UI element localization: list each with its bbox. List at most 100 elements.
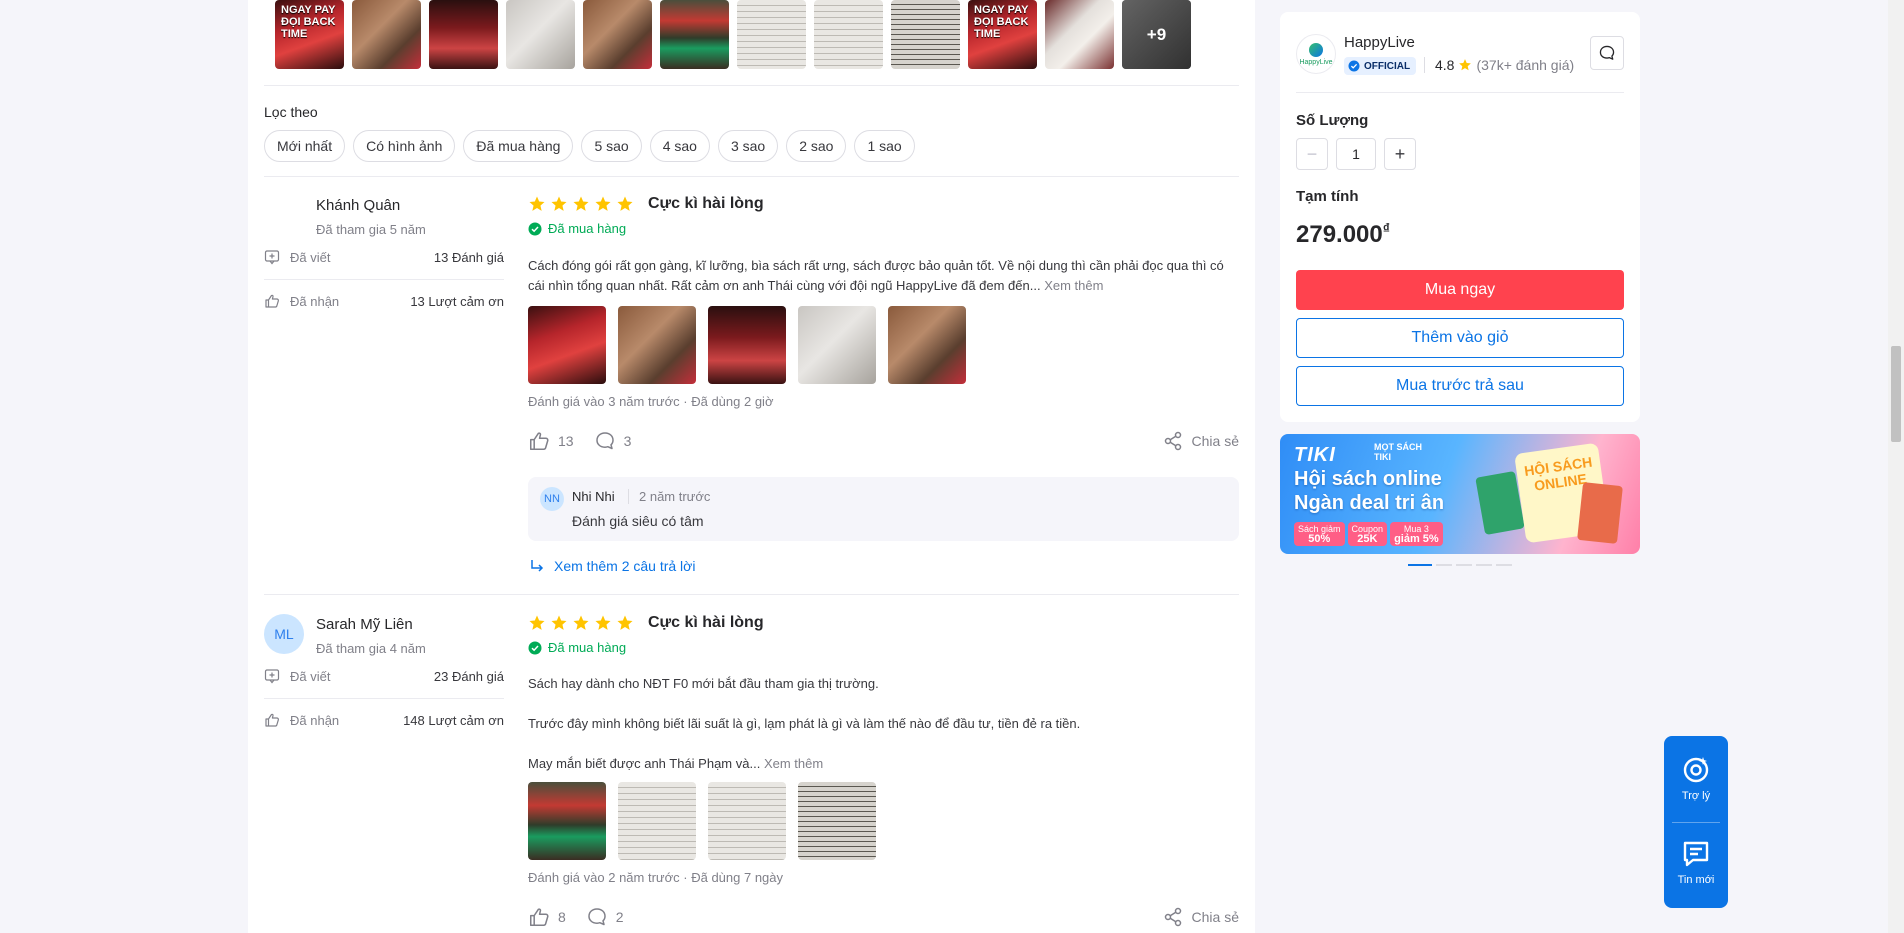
promo-banner[interactable]: TIKI MỌT SÁCH TIKI Hội sách online Ngàn d… [1280, 434, 1640, 554]
review-actions: 13 3 Chia sẻ [528, 429, 1239, 453]
gallery-thumbnail[interactable] [660, 0, 729, 69]
banner-headline-1: Hội sách online [1294, 468, 1442, 490]
review-photo[interactable] [708, 306, 786, 384]
reply-arrow-icon [531, 560, 544, 572]
gallery-thumbnail[interactable]: NGAY PAY ĐỌI BACK TIME [968, 0, 1037, 69]
review-photos [528, 782, 876, 860]
chat-seller-button[interactable] [1590, 36, 1624, 70]
review-date: Đánh giá vào 2 năm trước [528, 870, 680, 885]
star-icon [595, 196, 611, 211]
star-icon [1459, 59, 1472, 71]
increase-button[interactable]: + [1384, 138, 1416, 170]
assistant-button[interactable]: Trợ lý [1664, 752, 1728, 802]
review-photo[interactable] [618, 782, 696, 860]
stat-written: Đã viết 13 Đánh giá [264, 247, 504, 267]
filter-chip[interactable]: 4 sao [649, 130, 710, 162]
star-icon [617, 196, 633, 211]
stat-received-value: 148 Lượt cảm ơn [403, 712, 504, 728]
filter-chip[interactable]: Có hình ảnh [353, 130, 456, 162]
comment-count: 3 [623, 433, 632, 449]
official-label: OFFICIAL [1364, 60, 1411, 72]
divider [264, 176, 1239, 177]
scrollbar-thumb[interactable] [1891, 346, 1901, 442]
seller-rating-count: (37k+ đánh giá) [1476, 57, 1575, 73]
filter-chip[interactable]: 3 sao [717, 130, 779, 162]
message-icon [1683, 841, 1709, 867]
like-count: 8 [558, 909, 566, 925]
filter-chip[interactable]: Đã mua hàng [463, 130, 574, 162]
reply-text: Đánh giá siêu có tâm [572, 513, 704, 529]
add-to-cart-button[interactable]: Thêm vào giỏ [1296, 318, 1624, 358]
thumbs-up-icon [264, 712, 280, 728]
chat-icon [1599, 45, 1615, 60]
review-photo[interactable] [798, 782, 876, 860]
review-photo[interactable] [618, 306, 696, 384]
gallery-thumbnail[interactable]: NGAY PAY ĐỌI BACK TIME [275, 0, 344, 69]
gallery-thumbnail[interactable] [352, 0, 421, 69]
filter-chip[interactable]: 2 sao [786, 130, 847, 162]
seller-name[interactable]: HappyLive [1344, 34, 1415, 51]
share-button[interactable]: Chia sẻ [1162, 906, 1239, 928]
author-joined: Đã tham gia 4 năm [316, 641, 426, 656]
pagination-dot[interactable] [1496, 564, 1512, 566]
quantity-input[interactable] [1336, 138, 1376, 170]
gallery-thumbnail[interactable] [429, 0, 498, 69]
review-photo[interactable] [708, 782, 786, 860]
reply-avatar: NN [540, 487, 564, 511]
like-button[interactable]: 13 [528, 430, 574, 452]
see-more-link[interactable]: Xem thêm [764, 756, 823, 771]
gallery-thumbnail[interactable] [891, 0, 960, 69]
bought-badge: Đã mua hàng [528, 640, 626, 655]
like-button[interactable]: 8 [528, 906, 566, 928]
gallery-thumbnail[interactable] [506, 0, 575, 69]
floating-help-bar: Trợ lý Tin mới [1664, 736, 1728, 908]
banner-tag: Coupon 25K [1347, 522, 1388, 546]
comment-icon [595, 432, 614, 450]
buy-now-pay-later-button[interactable]: Mua trước trả sau [1296, 366, 1624, 406]
cover-text: NGAY PAY ĐỌI BACK TIME [974, 4, 1029, 40]
review-photo[interactable] [888, 306, 966, 384]
review-photo[interactable] [528, 782, 606, 860]
page-scrollbar[interactable] [1888, 0, 1904, 933]
filter-chip[interactable]: 1 sao [854, 130, 915, 162]
banner-pagination [1408, 564, 1512, 566]
assistant-label: Trợ lý [1681, 790, 1711, 802]
thumbs-up-icon [264, 293, 280, 309]
thumbs-up-icon [529, 432, 549, 451]
filter-chip[interactable]: Mới nhất [264, 130, 346, 162]
star-icon [551, 196, 567, 211]
reply-item: NN Nhi Nhi 2 năm trước Đánh giá siêu có … [528, 477, 1239, 541]
pagination-dot[interactable] [1408, 564, 1432, 566]
gallery-more-button[interactable]: +9 [1122, 0, 1191, 69]
comment-button[interactable]: 3 [594, 430, 632, 452]
bought-label: Đã mua hàng [548, 221, 627, 236]
stat-written-label: Đã viết [290, 668, 331, 684]
gallery-thumbnail[interactable] [814, 0, 883, 69]
decrease-button[interactable]: − [1296, 138, 1328, 170]
cover-text: NGAY PAY ĐỌI BACK TIME [281, 4, 336, 40]
assistant-icon [1683, 757, 1709, 783]
gallery-thumbnail[interactable] [583, 0, 652, 69]
see-more-link[interactable]: Xem thêm [1044, 278, 1103, 293]
purchase-card: HappyLive HappyLive OFFICIAL 4.8 (37k+ đ… [1280, 12, 1640, 422]
like-count: 13 [558, 433, 574, 449]
seller-logo[interactable]: HappyLive [1296, 34, 1336, 74]
more-replies-link[interactable]: Xem thêm 2 câu trả lời [528, 557, 695, 575]
review-date: Đánh giá vào 3 năm trước [528, 394, 680, 409]
divider [264, 594, 1239, 595]
gallery-thumbnail[interactable] [1045, 0, 1114, 69]
review-photo[interactable] [798, 306, 876, 384]
comment-button[interactable]: 2 [586, 906, 624, 928]
review-image-gallery: NGAY PAY ĐỌI BACK TIME NGAY PAY ĐỌI BACK … [275, 0, 1191, 69]
share-button[interactable]: Chia sẻ [1162, 430, 1239, 452]
pagination-dot[interactable] [1476, 564, 1492, 566]
pagination-dot[interactable] [1436, 564, 1452, 566]
buy-now-button[interactable]: Mua ngay [1296, 270, 1624, 310]
pagination-dot[interactable] [1456, 564, 1472, 566]
quantity-label: Số Lượng [1296, 112, 1369, 129]
new-messages-button[interactable]: Tin mới [1664, 838, 1728, 886]
review-text-line: May mắn biết được anh Thái Phạm và... [528, 756, 761, 771]
filter-chip[interactable]: 5 sao [581, 130, 642, 162]
review-photo[interactable] [528, 306, 606, 384]
gallery-thumbnail[interactable] [737, 0, 806, 69]
